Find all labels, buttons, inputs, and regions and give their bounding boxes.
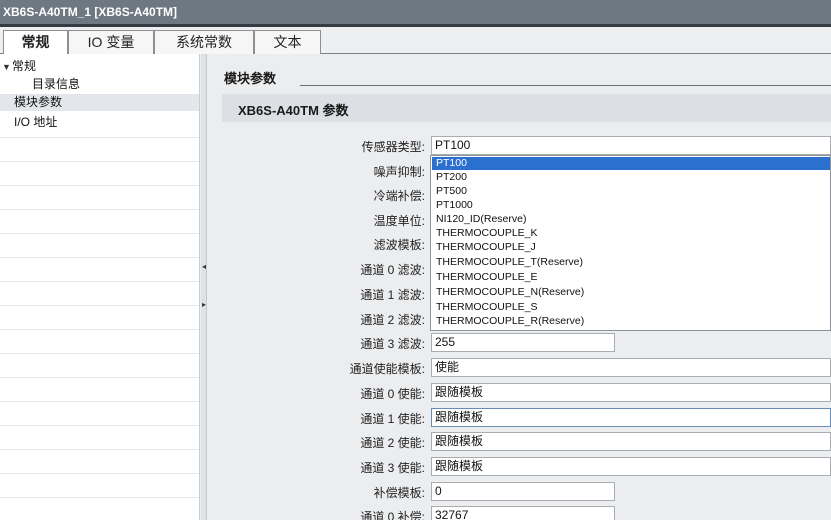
divider: [0, 401, 199, 402]
divider: [0, 497, 199, 498]
ch0-enable-select[interactable]: 跟随模板: [431, 383, 831, 402]
section-title: 模块参数: [224, 71, 277, 86]
divider: [0, 281, 199, 282]
param-label-compensation-template: 补偿模板:: [373, 486, 425, 500]
triangle-down-icon[interactable]: ▼: [2, 59, 12, 76]
divider: [0, 185, 199, 186]
tree-item-io-address[interactable]: I/O 地址: [0, 114, 199, 131]
tab-text[interactable]: 文本: [254, 30, 321, 54]
dropdown-option[interactable]: THERMOCOUPLE_J: [432, 241, 830, 254]
ch3-filter-input[interactable]: 255: [431, 333, 615, 352]
param-label-ch1-filter: 通道 1 滤波:: [360, 288, 425, 302]
compensation-template-input[interactable]: 0: [431, 482, 615, 501]
dropdown-option[interactable]: PT1000: [432, 199, 830, 212]
sensor-type-dropdown-list: PT100 PT200 PT500 PT1000 NI120_ID(Reserv…: [430, 155, 831, 331]
tab-io-variables[interactable]: IO 变量: [68, 30, 154, 54]
divider: [0, 377, 199, 378]
tab-system-constants[interactable]: 系统常数: [154, 30, 254, 54]
tree-item-catalog-info[interactable]: 目录信息: [0, 76, 199, 93]
param-label-ch0-enable: 通道 0 使能:: [360, 387, 425, 401]
param-label-filter-template: 滤波模板:: [373, 238, 425, 252]
dropdown-option[interactable]: THERMOCOUPLE_N(Reserve): [432, 286, 830, 299]
tree-item-module-params[interactable]: 模块参数: [0, 94, 199, 111]
dropdown-option[interactable]: THERMOCOUPLE_T(Reserve): [432, 256, 830, 269]
dropdown-option[interactable]: THERMOCOUPLE_K: [432, 227, 830, 240]
param-label-sensor-type: 传感器类型:: [361, 140, 425, 154]
tree-item-general[interactable]: ▼常规: [0, 58, 199, 75]
dropdown-option[interactable]: PT500: [432, 185, 830, 198]
param-label-temperature-unit: 温度单位:: [373, 214, 425, 228]
param-label-ch1-enable: 通道 1 使能:: [360, 412, 425, 426]
param-label-ch3-filter: 通道 3 滤波:: [360, 337, 425, 351]
ch0-compensation-input[interactable]: 32767: [431, 506, 615, 520]
collapse-left-icon[interactable]: ◂: [202, 262, 207, 272]
expand-right-icon[interactable]: ▸: [202, 300, 207, 310]
divider: [0, 137, 199, 138]
param-label-ch3-enable: 通道 3 使能:: [360, 461, 425, 475]
divider: [0, 473, 199, 474]
divider: [0, 449, 199, 450]
param-label-enable-template: 通道使能模板:: [349, 362, 425, 376]
enable-template-select[interactable]: 使能: [431, 358, 831, 377]
subsection-title: XB6S-A40TM 参数: [238, 103, 349, 118]
param-label-ch0-compensation: 通道 0 补偿:: [360, 510, 425, 520]
param-label-ch0-filter: 通道 0 滤波:: [360, 263, 425, 277]
param-label-ch2-filter: 通道 2 滤波:: [360, 313, 425, 327]
divider: [0, 305, 199, 306]
dropdown-option[interactable]: THERMOCOUPLE_R(Reserve): [432, 315, 830, 328]
pane-splitter[interactable]: [201, 54, 207, 520]
section-divider: [300, 85, 831, 86]
tab-bar: 常规 IO 变量 系统常数 文本: [0, 27, 831, 55]
divider: [0, 257, 199, 258]
param-label-noise-suppression: 噪声抑制:: [373, 165, 425, 179]
divider: [0, 161, 199, 162]
ch2-enable-select[interactable]: 跟随模板: [431, 432, 831, 451]
dropdown-option[interactable]: PT200: [432, 171, 830, 184]
navigation-tree: ▼常规 目录信息 模块参数 I/O 地址: [0, 54, 200, 520]
divider: [0, 209, 199, 210]
divider: [0, 353, 199, 354]
divider: [0, 233, 199, 234]
window-title: XB6S-A40TM_1 [XB6S-A40TM]: [0, 0, 831, 27]
dropdown-option[interactable]: NI120_ID(Reserve): [432, 213, 830, 226]
dropdown-option[interactable]: THERMOCOUPLE_E: [432, 271, 830, 284]
param-label-cold-junction: 冷端补偿:: [373, 189, 425, 203]
sensor-type-select[interactable]: PT100: [431, 136, 831, 155]
param-label-ch2-enable: 通道 2 使能:: [360, 436, 425, 450]
divider: [0, 329, 199, 330]
dropdown-option[interactable]: PT100: [432, 157, 830, 170]
tree-item-label: 常规: [12, 59, 37, 73]
ch3-enable-select[interactable]: 跟随模板: [431, 457, 831, 476]
divider: [0, 425, 199, 426]
tab-general[interactable]: 常规: [3, 30, 68, 55]
ch1-enable-select[interactable]: 跟随模板: [431, 408, 831, 427]
dropdown-option[interactable]: THERMOCOUPLE_S: [432, 301, 830, 314]
